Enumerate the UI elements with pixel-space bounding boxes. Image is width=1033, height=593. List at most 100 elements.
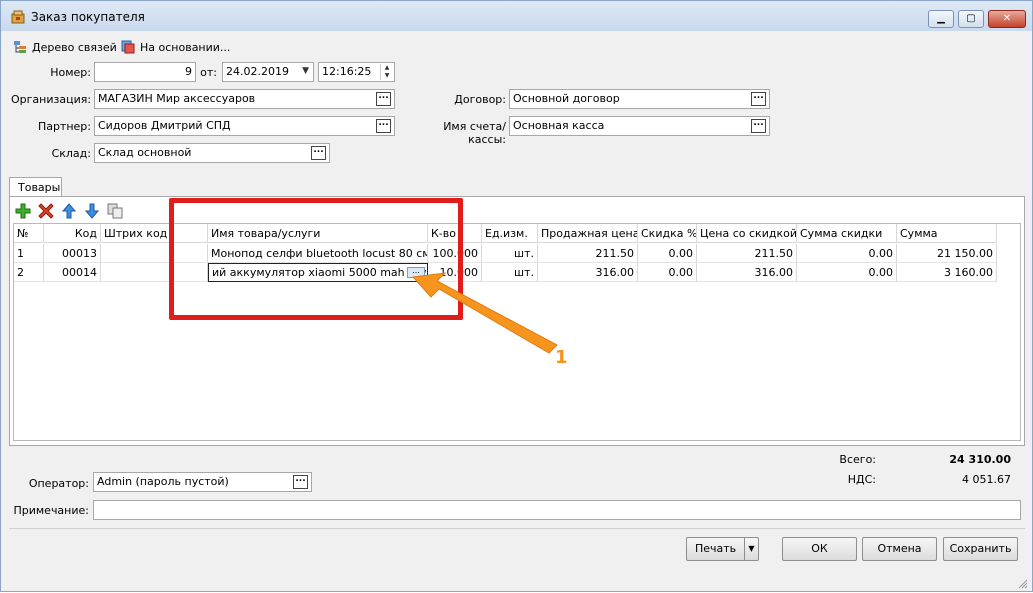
note-label: Примечание: [13,504,89,517]
cell-price: 316.00 [538,263,638,282]
select-warehouse-button[interactable]: ... [311,146,326,160]
save-button[interactable]: Сохранить [943,537,1018,561]
col-number[interactable]: № [14,224,44,243]
cell-name-editor[interactable]: ий аккумулятор xiaomi 5000 mah silver ..… [208,263,428,282]
resize-grip-icon[interactable] [1018,579,1028,589]
relations-tree-button[interactable]: Дерево связей [13,38,117,56]
partner-label: Партнер: [37,120,91,133]
cell-discount-sum: 0.00 [797,244,897,263]
vat-value: 4 051.67 [962,473,1011,486]
cell-number: 2 [14,263,44,282]
col-sum[interactable]: Сумма [897,224,997,243]
cell-qty: 10.000 [428,263,482,282]
organization-label: Организация: [11,93,92,106]
contract-label: Договор: [454,93,506,106]
contract-field[interactable]: Основной договор ... [509,89,770,109]
cell-unit: шт. [482,244,538,263]
cell-sum: 3 160.00 [897,263,997,282]
table-header: № Код Штрих код Имя товара/услуги К-во Е… [14,224,997,243]
organization-value: МАГАЗИН Мир аксессуаров [98,92,256,105]
print-dropdown-icon[interactable]: ▼ [744,538,758,560]
partner-field[interactable]: Сидоров Дмитрий СПД ... [94,116,395,136]
date-value: 24.02.2019 [226,65,289,78]
order-icon [11,10,25,24]
warehouse-field[interactable]: Склад основной ... [94,143,330,163]
delete-row-icon[interactable] [38,203,54,219]
cell-name: ий аккумулятор xiaomi 5000 mah silver [212,266,428,279]
select-account-button[interactable]: ... [751,119,766,133]
total-label: Всего: [839,453,876,466]
maximize-button[interactable]: ▢ [958,10,984,28]
cell-barcode [101,244,208,263]
cell-name[interactable]: Монопод селфи bluetooth locust 80 см [208,244,428,263]
cell-sum: 21 150.00 [897,244,997,263]
operator-label: Оператор: [28,477,89,490]
cell-price-discounted: 211.50 [697,244,797,263]
date-field[interactable]: 24.02.2019 ▼ [222,62,314,82]
time-field[interactable]: 12:16:25 ▲ ▼ [318,62,395,82]
add-row-icon[interactable] [15,203,31,219]
col-qty[interactable]: К-во [428,224,482,243]
cell-discount-sum: 0.00 [797,263,897,282]
operator-field[interactable]: Admin (пароль пустой) ... [93,472,312,492]
ok-button[interactable]: ОК [782,537,857,561]
account-field[interactable]: Основная касса ... [509,116,770,136]
goods-table: № Код Штрих код Имя товара/услуги К-во Е… [13,223,1021,441]
title-bar: Заказ покупателя ▁ ▢ ✕ [1,1,1032,31]
select-contract-button[interactable]: ... [751,92,766,106]
operator-value: Admin (пароль пустой) [97,475,229,488]
vat-label: НДС: [847,473,876,486]
col-name[interactable]: Имя товара/услуги [208,224,428,243]
note-field[interactable] [93,500,1021,520]
print-button[interactable]: Печать ▼ [686,537,759,561]
contract-value: Основной договор [513,92,620,105]
relations-tree-label: Дерево связей [32,40,117,54]
window-title: Заказ покупателя [31,10,145,24]
col-code[interactable]: Код [44,224,101,243]
close-button[interactable]: ✕ [988,10,1026,28]
cancel-button[interactable]: Отмена [862,537,937,561]
table-row[interactable]: 1 00013 Монопод селфи bluetooth locust 8… [14,244,997,263]
col-price[interactable]: Продажная цена [538,224,638,243]
select-organization-button[interactable]: ... [376,92,391,106]
cell-code: 00014 [44,263,101,282]
cell-number: 1 [14,244,44,263]
col-price-discounted[interactable]: Цена со скидкой [697,224,797,243]
col-unit[interactable]: Ед.изм. [482,224,538,243]
chevron-down-icon[interactable]: ▼ [302,66,309,76]
select-product-button[interactable]: ... [407,267,425,278]
move-down-icon[interactable] [84,203,100,219]
tree-icon [14,41,26,53]
minimize-button[interactable]: ▁ [928,10,954,28]
move-up-icon[interactable] [61,203,77,219]
number-field[interactable]: 9 [94,62,196,82]
from-label: от: [200,66,217,79]
col-barcode[interactable]: Штрих код [101,224,208,243]
documents-icon [121,40,135,54]
warehouse-value: Склад основной [98,146,192,159]
col-discount[interactable]: Скидка % [638,224,697,243]
tab-goods[interactable]: Товары [9,177,62,197]
account-label: Имя счета/кассы: [443,120,506,146]
time-spinner-icon[interactable]: ▲ ▼ [380,64,393,80]
cell-price: 211.50 [538,244,638,263]
select-partner-button[interactable]: ... [376,119,391,133]
copy-row-icon[interactable] [107,203,123,219]
cell-unit: шт. [482,263,538,282]
select-operator-button[interactable]: ... [293,475,308,489]
based-on-button[interactable]: На основании... [121,38,230,56]
cell-discount: 0.00 [638,244,697,263]
print-label: Печать [695,542,737,555]
cell-discount: 0.00 [638,263,697,282]
partner-value: Сидоров Дмитрий СПД [98,119,231,132]
table-row[interactable]: 2 00014 ий аккумулятор xiaomi 5000 mah s… [14,263,997,282]
col-discount-sum[interactable]: Сумма скидки [797,224,897,243]
warehouse-label: Склад: [51,147,91,160]
cell-price-discounted: 316.00 [697,263,797,282]
cell-qty: 100.000 [428,244,482,263]
organization-field[interactable]: МАГАЗИН Мир аксессуаров ... [94,89,395,109]
cell-code: 00013 [44,244,101,263]
number-label: Номер: [50,66,91,79]
total-value: 24 310.00 [949,453,1011,466]
based-on-label: На основании... [140,40,231,54]
